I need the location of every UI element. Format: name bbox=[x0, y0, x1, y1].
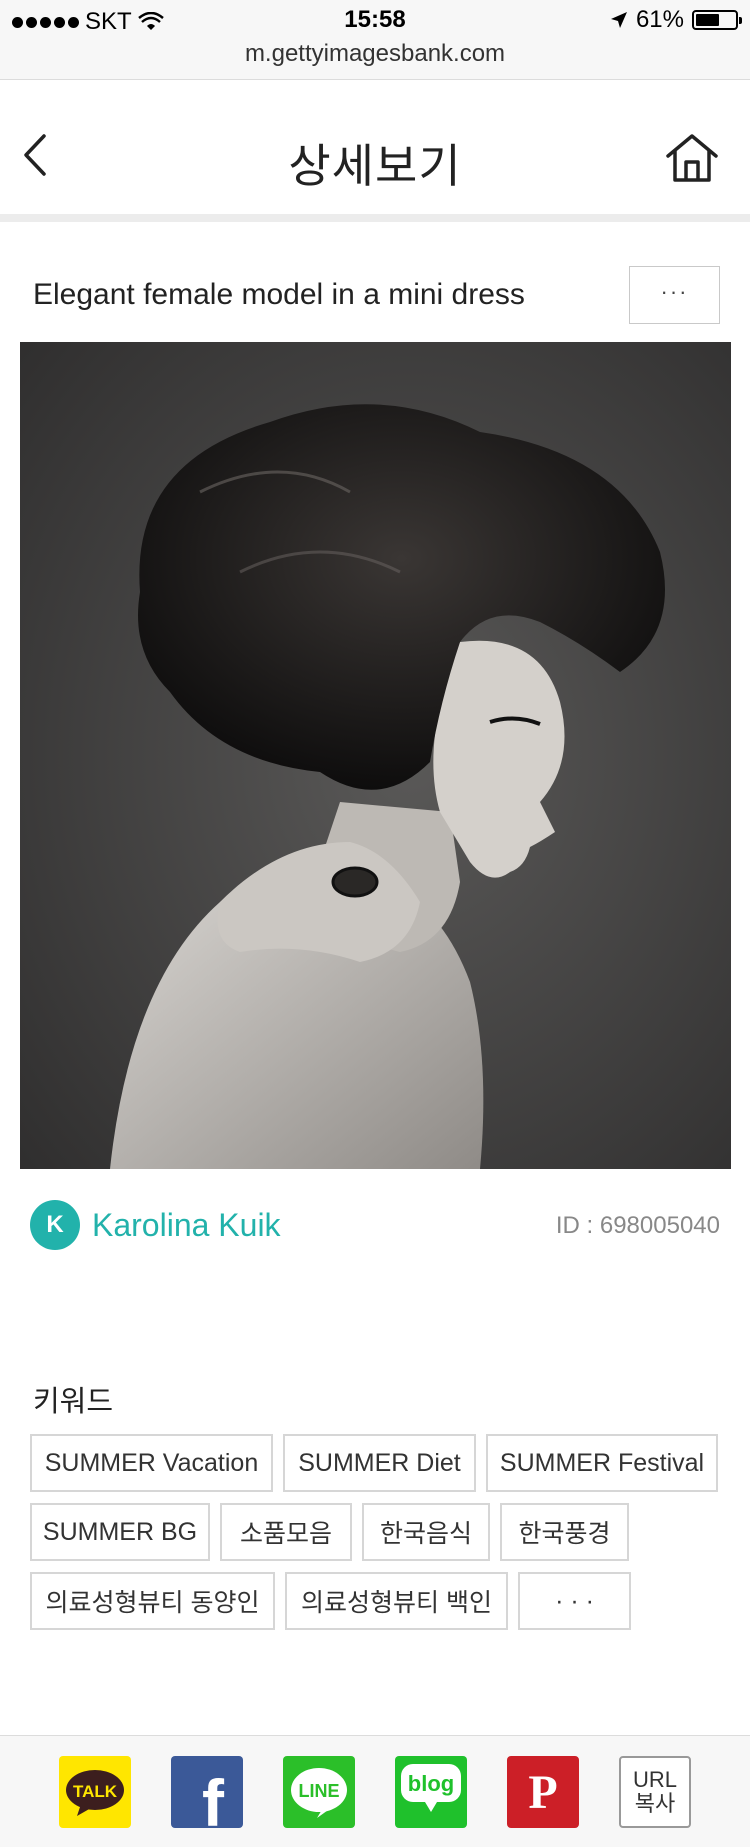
photo-title-row: Elegant female model in a mini dress ··· bbox=[0, 266, 750, 326]
photo-title: Elegant female model in a mini dress bbox=[33, 278, 525, 311]
keyword-tag[interactable]: 한국풍경 bbox=[500, 1503, 629, 1561]
battery-percent: 61% bbox=[635, 6, 684, 33]
photo-image[interactable] bbox=[20, 342, 731, 1169]
line-share-button[interactable]: LINE bbox=[283, 1756, 355, 1828]
copy-url-label-2: 복사 bbox=[634, 1791, 676, 1816]
keyword-tag[interactable]: 의료성형뷰티 동양인 bbox=[30, 1572, 275, 1630]
facebook-icon: f bbox=[202, 1766, 225, 1828]
copy-url-label-1: URL bbox=[632, 1767, 677, 1792]
pinterest-share-button[interactable]: P bbox=[507, 1756, 579, 1828]
more-options-button[interactable]: ··· bbox=[629, 266, 720, 324]
keyword-tag[interactable]: SUMMER BG bbox=[30, 1503, 210, 1561]
kakaotalk-label: TALK bbox=[73, 1782, 118, 1801]
author-name[interactable]: Karolina Kuik bbox=[92, 1207, 281, 1244]
photo-id: ID : 698005040 bbox=[555, 1212, 720, 1239]
line-label: LINE bbox=[298, 1781, 339, 1801]
blog-label: blog bbox=[408, 1771, 454, 1796]
keyword-tag[interactable]: SUMMER Diet bbox=[283, 1434, 476, 1492]
keyword-more-button[interactable]: · · · bbox=[518, 1572, 631, 1630]
line-icon: LINE bbox=[291, 1768, 347, 1818]
blog-share-button[interactable]: blog bbox=[395, 1756, 467, 1828]
pinterest-label: P bbox=[528, 1766, 557, 1819]
copy-url-button[interactable]: URL 복사 bbox=[619, 1756, 691, 1828]
facebook-label: f bbox=[202, 1766, 225, 1828]
status-right: 61% bbox=[610, 6, 742, 34]
share-bar: TALK f LINE blog P URL 복사 bbox=[0, 1735, 750, 1847]
keyword-tag[interactable]: SUMMER Festival bbox=[486, 1434, 718, 1492]
facebook-share-button[interactable]: f bbox=[171, 1756, 243, 1828]
keyword-tag[interactable]: 의료성형뷰티 백인 bbox=[285, 1572, 508, 1630]
battery-icon bbox=[692, 10, 742, 30]
avatar: K bbox=[30, 1200, 80, 1250]
pinterest-icon: P bbox=[528, 1766, 557, 1819]
page-header: 상세보기 bbox=[0, 80, 750, 222]
keyword-tag[interactable]: SUMMER Vacation bbox=[30, 1434, 273, 1492]
portrait-illustration bbox=[20, 342, 731, 1169]
home-icon[interactable] bbox=[664, 132, 720, 184]
keyword-tag[interactable]: 소품모음 bbox=[220, 1503, 352, 1561]
kakaotalk-share-button[interactable]: TALK bbox=[59, 1756, 131, 1828]
status-bar: SKT 15:58 61% m.gettyimagesbank.com bbox=[0, 0, 750, 80]
blog-icon: blog bbox=[401, 1764, 461, 1812]
location-arrow-icon bbox=[610, 12, 627, 28]
keyword-tag[interactable]: 한국음식 bbox=[362, 1503, 490, 1561]
keywords-heading: 키워드 bbox=[33, 1386, 114, 1418]
page-title: 상세보기 bbox=[288, 140, 462, 192]
address-bar-url[interactable]: m.gettyimagesbank.com bbox=[0, 40, 750, 68]
kakaotalk-icon: TALK bbox=[66, 1770, 124, 1816]
author-row[interactable]: K Karolina Kuik bbox=[30, 1200, 281, 1250]
